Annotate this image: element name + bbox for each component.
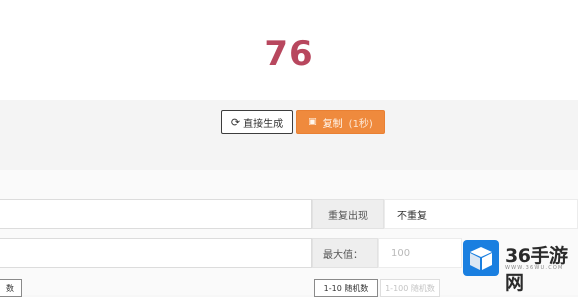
copy-label: 复制 (322, 118, 343, 130)
brand-url: WWW.36WU.COM (505, 265, 564, 271)
preset-1-10-button[interactable]: 1-10 随机数 (314, 279, 378, 297)
regenerate-label: 直接生成 (243, 118, 284, 130)
min-value-field[interactable] (0, 199, 312, 229)
preset-1-100-button[interactable]: 1-100 随机数 (380, 279, 440, 297)
random-result: 76 (264, 34, 314, 74)
refresh-icon: ⟳ (230, 115, 241, 129)
regenerate-button[interactable]: ⟳ 直接生成 (221, 110, 293, 134)
copy-button[interactable]: ▣ 复制 (1秒) (296, 110, 385, 134)
max-input[interactable]: 100 (378, 238, 462, 268)
repeat-select[interactable]: 不重复 (384, 199, 578, 229)
count-field[interactable] (0, 238, 312, 268)
settings-panel (0, 170, 578, 295)
preset-left-button[interactable]: 数 (0, 279, 22, 297)
copy-icon: ▣ (308, 117, 317, 127)
copy-hint: (1秒) (348, 118, 373, 130)
repeat-label: 重复出现 (312, 199, 384, 229)
cube-icon (463, 240, 499, 276)
max-label: 最大值： (312, 238, 378, 268)
site-logo: 36手游网 WWW.36WU.COM (463, 240, 575, 294)
